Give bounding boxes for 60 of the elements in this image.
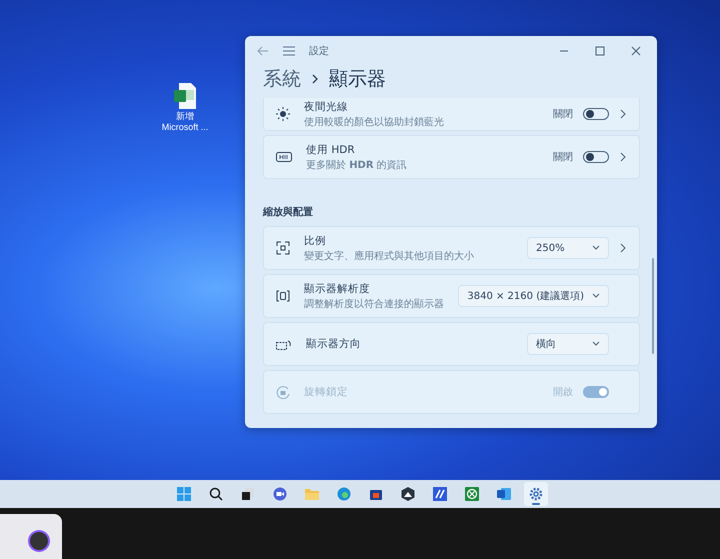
handheld-console-drawing [0, 514, 62, 559]
spreadsheet-icon[interactable] [173, 82, 197, 110]
document-icon [497, 487, 511, 501]
chevron-right-icon [311, 74, 319, 84]
breadcrumb-item[interactable]: 系統 [263, 66, 301, 92]
slash-tile-icon [433, 487, 447, 501]
windows-logo-icon [177, 487, 191, 501]
overlapping-squares-icon [241, 487, 255, 501]
scale-icon [276, 241, 290, 255]
search-icon [209, 487, 223, 501]
setting-card[interactable]: 顯示器方向 橫向 [263, 322, 640, 366]
screen-brackets-icon [276, 290, 290, 302]
setting-description: 使用較暖的顏色以協助封鎖藍光 [304, 116, 445, 128]
setting-description: 變更文字、應用程式與其他項目的大小 [304, 250, 475, 262]
close-icon[interactable] [631, 46, 641, 56]
rotation-lock-icon [276, 385, 290, 399]
setting-title: 比例 [304, 234, 327, 248]
file-label: Microsoft ... [162, 122, 208, 132]
sun-icon [276, 107, 290, 121]
caret-down-icon [592, 245, 600, 251]
window-title: 設定 [309, 44, 329, 58]
setting-card[interactable]: 顯示器解析度 調整解析度以符合連接的顯示器 3840 × 2160 (建議選項) [263, 274, 640, 318]
setting-title: 夜間光線 [304, 100, 349, 114]
gear-icon [529, 487, 543, 501]
hdr-badge-icon [276, 152, 292, 162]
shopping-bag-icon [369, 487, 383, 501]
xbox-icon [465, 487, 479, 501]
caret-down-icon [592, 341, 600, 347]
mountain-icon [401, 487, 415, 501]
setting-title: 旋轉鎖定 [304, 385, 349, 399]
dropdown[interactable]: 橫向 [527, 333, 609, 355]
setting-card[interactable]: 使用 HDR 更多關於 HDR 的資訊 關閉 [263, 135, 640, 179]
dropdown[interactable]: 250% [527, 237, 609, 259]
setting-card[interactable]: 夜間光線 使用較暖的顏色以協助封鎖藍光 關閉 [263, 98, 640, 131]
chevron-right-icon[interactable] [619, 152, 627, 162]
section-heading: 縮放與配置 [263, 206, 314, 220]
setting-title: 顯示器方向 [306, 337, 362, 351]
video-camera-icon [273, 487, 287, 501]
swirl-circle-icon [337, 487, 351, 501]
scrollbar[interactable] [652, 258, 654, 354]
maximize-icon[interactable] [595, 46, 605, 56]
caret-down-icon [592, 293, 600, 299]
menu-icon[interactable] [283, 46, 295, 56]
dropdown[interactable]: 3840 × 2160 (建議選項) [458, 285, 609, 307]
chevron-right-icon[interactable] [619, 109, 627, 119]
setting-title: 使用 HDR [306, 142, 356, 156]
setting-card[interactable]: 比例 變更文字、應用程式與其他項目的大小 250% [263, 226, 640, 270]
breadcrumb-item: 顯示器 [329, 67, 386, 92]
toggle-switch[interactable] [583, 108, 609, 120]
toggle-state-label: 關閉 [553, 108, 573, 121]
toggle-switch[interactable] [583, 151, 609, 163]
chevron-right-icon[interactable] [619, 243, 627, 253]
setting-description: 更多關於 HDR 的資訊 [306, 158, 408, 172]
setting-description: 調整解析度以符合連接的顯示器 [304, 298, 445, 310]
rotate-screen-icon [276, 338, 292, 350]
toggle-state-label: 關閉 [553, 151, 573, 164]
file-label: 新增 [176, 111, 194, 121]
folder-icon [305, 488, 319, 500]
toggle-state-label: 開啟 [553, 386, 573, 399]
setting-title: 顯示器解析度 [304, 282, 371, 296]
